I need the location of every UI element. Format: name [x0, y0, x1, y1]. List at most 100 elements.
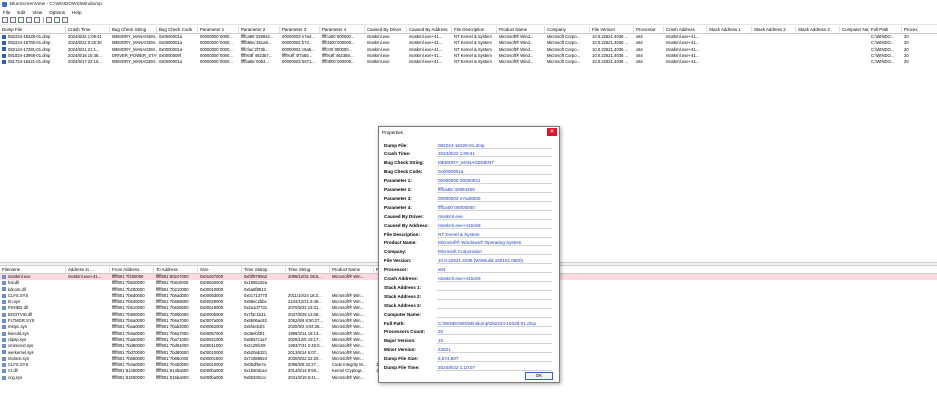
driver-column-header[interactable]: Size: [198, 266, 242, 273]
property-value[interactable]: 2024/8/22 1:10:07: [437, 364, 552, 371]
driver-file-icon: [2, 363, 6, 368]
dump-column-header[interactable]: Company: [545, 26, 590, 33]
dump-table-row[interactable]: 081724-16421-01.dmp 2024/8/17 22:16... MEM…: [0, 59, 937, 65]
menu-file[interactable]: File: [3, 10, 10, 15]
html-report-button[interactable]: [34, 17, 40, 23]
driver-column-header[interactable]: Address In ...: [66, 266, 110, 273]
property-field: Processor: x64: [384, 266, 554, 274]
property-value[interactable]: x64: [437, 266, 552, 274]
property-value[interactable]: 20: [437, 328, 552, 336]
menu-help[interactable]: Help: [72, 10, 81, 15]
dump-column-header[interactable]: Bug Check Code: [157, 26, 198, 33]
driver-filename: cng.sys: [8, 374, 23, 380]
dump-column-header[interactable]: File Description: [452, 26, 497, 33]
property-field: Parameter 3: 00000003`e7a46000: [384, 194, 554, 202]
dump-column-header[interactable]: Caused By Driver: [365, 26, 407, 33]
driver-file-icon: [2, 337, 6, 342]
dump-column-header[interactable]: Parameter 3: [280, 26, 320, 33]
property-value[interactable]: Microsoft® Windows® Operating System: [437, 239, 552, 247]
dump-column-header[interactable]: Crash Time: [66, 26, 110, 33]
property-value[interactable]: ntoskrnl.exe+415cb8: [437, 275, 552, 282]
refresh-button[interactable]: [10, 17, 16, 23]
dump-column-header[interactable]: Full Path: [869, 26, 902, 33]
dump-table-cell: C:\WINDO...: [871, 59, 895, 65]
driver-file-icon: [2, 274, 6, 279]
dump-column-header[interactable]: Product Name: [497, 26, 545, 33]
driver-column-header[interactable]: To Address: [154, 266, 198, 273]
app-icon: [2, 2, 7, 7]
driver-filename: kdcom.dll: [8, 286, 26, 292]
dump-column-header[interactable]: Caused By Address: [407, 26, 452, 33]
dump-table-cell: 00000003`5671...: [282, 59, 315, 65]
driver-file-icon: [2, 300, 6, 305]
property-value[interactable]: [437, 311, 552, 318]
dump-column-header[interactable]: Parameter 1: [198, 26, 239, 33]
property-label: Dump File:: [384, 142, 408, 148]
property-value[interactable]: 082224-16328-01.dmp: [437, 142, 552, 149]
property-value[interactable]: 2024/8/22 1:09:41: [437, 150, 552, 158]
dump-column-header[interactable]: Parameter 2: [239, 26, 280, 33]
property-value[interactable]: NT Kernel & System: [437, 231, 552, 238]
dump-column-header[interactable]: File Version: [590, 26, 634, 33]
dump-column-header[interactable]: Processors: [902, 26, 918, 33]
ok-button[interactable]: OK: [525, 372, 553, 380]
menu-bar: File Edit View Options Help: [0, 9, 937, 16]
dump-table-cell: ffff0500`000000...: [322, 59, 355, 65]
dump-column-header[interactable]: Processor: [634, 26, 664, 33]
driver-column-header[interactable]: Product Name: [330, 266, 374, 273]
property-value[interactable]: ntoskrnl.exe: [437, 213, 552, 220]
property-value[interactable]: [437, 302, 552, 309]
menu-view[interactable]: View: [32, 10, 42, 15]
property-value[interactable]: C:\WINDOWS\Minidump\082224-16328-01.dmp: [437, 320, 552, 327]
dump-table-cell: 2024/8/17 22:16...: [68, 59, 102, 65]
driver-table-cell: 0x000ba000: [200, 374, 224, 380]
driver-column-header[interactable]: Time String: [286, 266, 330, 273]
toolbar-separator: [43, 17, 44, 23]
dump-column-header[interactable]: Bug Check String: [110, 26, 157, 33]
find-button[interactable]: [46, 17, 52, 23]
property-label: Company:: [384, 249, 407, 255]
driver-column-header[interactable]: Time Stamp: [242, 266, 286, 273]
property-value[interactable]: 10.0.22621.4036 (WinBuild.160101.0800): [437, 257, 552, 265]
dump-file-icon: [2, 34, 6, 39]
property-value[interactable]: 22621: [437, 346, 552, 354]
property-value[interactable]: [437, 284, 552, 291]
dump-column-header[interactable]: Stack Address 1: [707, 26, 752, 33]
property-value[interactable]: ntoskrnl.exe+415cb8: [437, 222, 552, 229]
driver-filename: CLFS.SYS: [8, 362, 29, 368]
dump-column-header[interactable]: Computer Name: [840, 26, 869, 33]
property-value[interactable]: MEMORY_MANAGEMENT: [437, 159, 552, 167]
driver-column-header[interactable]: From Address: [110, 266, 154, 273]
save-button[interactable]: [18, 17, 24, 23]
properties-button[interactable]: [2, 17, 8, 23]
dump-column-header[interactable]: Crash Address: [664, 26, 707, 33]
dump-table-cell: [752, 59, 796, 65]
options-button[interactable]: [54, 17, 60, 23]
driver-column-header[interactable]: Filename: [0, 266, 66, 273]
dump-column-header[interactable]: Parameter 4: [320, 26, 365, 33]
driver-file-icon: [2, 356, 6, 361]
close-button[interactable]: ✕: [547, 128, 557, 136]
property-value[interactable]: 00000003`e7a46000: [437, 195, 552, 202]
menu-edit[interactable]: Edit: [17, 10, 25, 15]
dump-column-header[interactable]: Dump File: [0, 26, 66, 33]
driver-table-cell: cng.sys: [0, 375, 66, 381]
copy-button[interactable]: [26, 17, 32, 23]
property-value[interactable]: 00000000`00000041: [437, 177, 552, 185]
property-field: Minor Version: 22621: [384, 346, 554, 354]
menu-options[interactable]: Options: [49, 10, 65, 15]
property-value[interactable]: 5,574,807: [437, 355, 552, 363]
property-value[interactable]: Microsoft Corporation: [437, 248, 552, 256]
property-value[interactable]: 15: [437, 337, 552, 345]
dump-column-header[interactable]: Stack Address 2: [752, 26, 796, 33]
property-value[interactable]: 0x0000001a: [437, 168, 552, 176]
dump-column-header[interactable]: Stack Address 3: [796, 26, 840, 33]
driver-table-cell: 2041/6/19 6:41...: [288, 374, 320, 380]
property-value[interactable]: ffffca00`00000000: [437, 204, 552, 211]
property-field: Computer Name:: [384, 310, 554, 318]
property-value[interactable]: ffffca65`32994250: [437, 186, 552, 193]
exit-button[interactable]: [62, 17, 68, 23]
driver-table-cell: 0x86330ccc: [244, 374, 267, 380]
property-value[interactable]: [437, 293, 552, 300]
driver-filename: BOOTVID.dll: [8, 311, 33, 317]
